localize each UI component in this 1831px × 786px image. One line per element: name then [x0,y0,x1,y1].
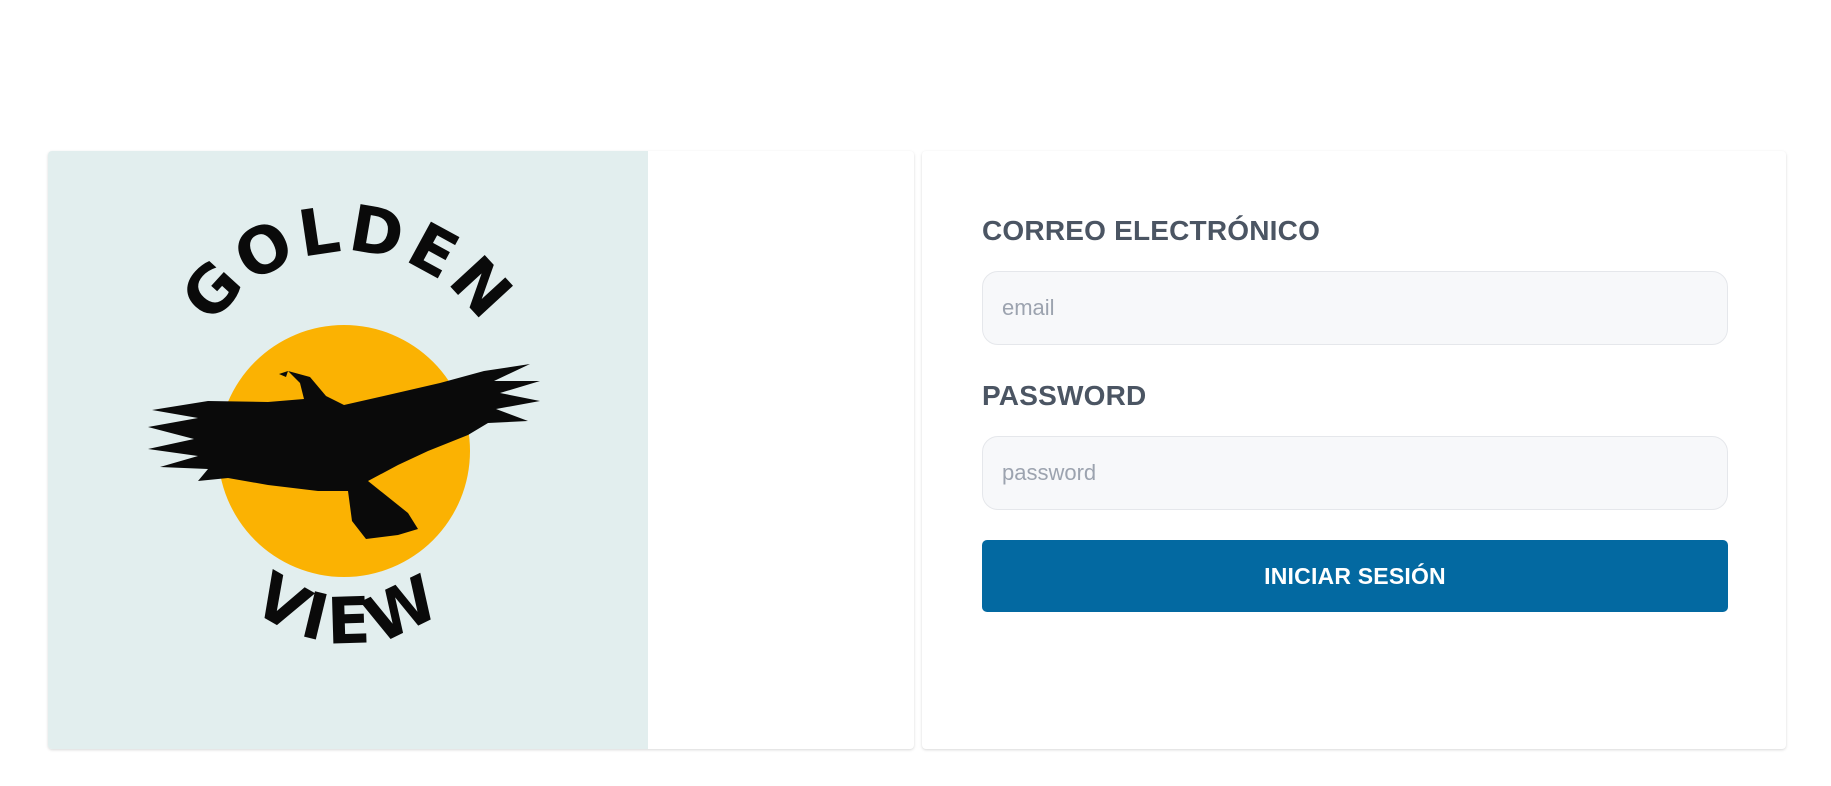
login-button[interactable]: INICIAR SESIÓN [982,540,1728,612]
email-input[interactable] [982,271,1728,345]
email-label: CORREO ELECTRÓNICO [982,215,1321,246]
login-form-card: CORREO ELECTRÓNICO PASSWORD INICIAR SESI… [922,151,1786,749]
logo-text-top: GOLDEN [168,192,528,336]
password-label: PASSWORD [982,380,1147,411]
login-page: GOLDEN VIEW CORREO ELECTRÓNICO PASSWORD … [0,0,1831,786]
password-input[interactable] [982,436,1728,510]
logo-panel: GOLDEN VIEW [48,151,648,749]
logo-card: GOLDEN VIEW [48,151,914,749]
golden-view-logo: GOLDEN VIEW [148,192,540,660]
